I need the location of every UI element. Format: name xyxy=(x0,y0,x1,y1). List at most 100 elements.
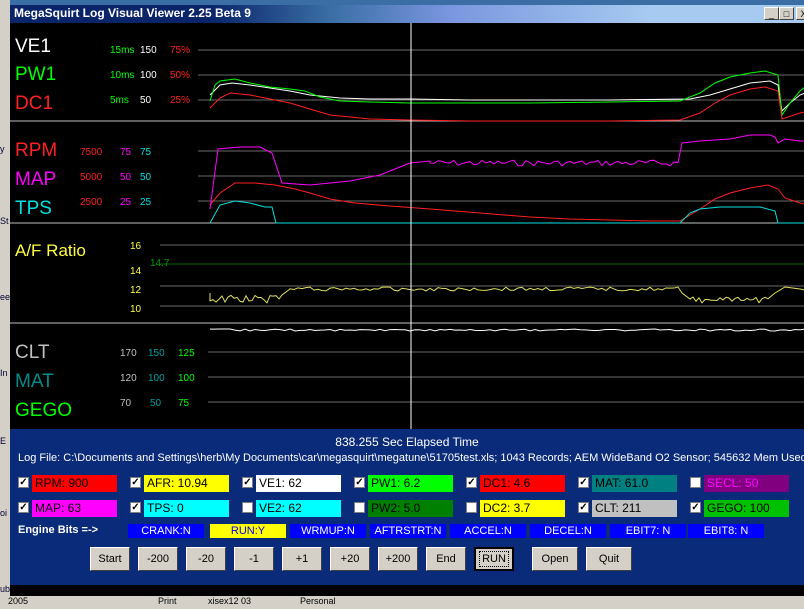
channel-value: MAP: 63 xyxy=(32,500,117,517)
close-button[interactable]: X xyxy=(796,7,804,20)
scale-label: 50 xyxy=(140,172,152,183)
elapsed-time: 838.255 Sec Elapsed Time xyxy=(335,435,479,449)
panel-label-rpm: RPM xyxy=(15,140,57,161)
channel-value: SECL: 50 xyxy=(704,475,789,492)
log-chart-area[interactable]: VE1 PW1 DC1 15ms 150 75% 10ms 100 50% 5m… xyxy=(10,23,804,429)
forward-200-button[interactable]: +200 xyxy=(378,547,418,571)
maximize-button[interactable]: □ xyxy=(779,7,794,20)
channel-toggle[interactable]: ✓ MAT: 61.0 xyxy=(578,475,677,492)
back-1-button[interactable]: -1 xyxy=(234,547,274,571)
scale-label: 75% xyxy=(170,45,190,56)
channel-value: TPS: 0 xyxy=(144,500,229,517)
channel-checkbox[interactable]: ✓ xyxy=(130,477,141,488)
desktop-fragment: St xyxy=(0,216,9,226)
run-button[interactable]: RUN xyxy=(474,547,514,571)
scale-label: 2500 xyxy=(80,197,103,208)
scale-label: 150 xyxy=(140,45,157,56)
open-button[interactable]: Open xyxy=(532,547,578,571)
channel-checkbox[interactable] xyxy=(354,502,365,513)
scale-label: 10 xyxy=(130,304,142,315)
scale-label: 5000 xyxy=(80,172,103,183)
taskbar-item[interactable]: Personal xyxy=(300,596,336,606)
channel-checkbox[interactable]: ✓ xyxy=(354,477,365,488)
forward-20-button[interactable]: +20 xyxy=(330,547,370,571)
engine-bits-label: Engine Bits =-> xyxy=(18,524,99,536)
channel-checkbox[interactable]: ✓ xyxy=(18,502,29,513)
scale-label: 15ms xyxy=(110,45,134,56)
channel-toggle[interactable]: ✓ VE1: 62 xyxy=(242,475,341,492)
panel-label-tps: TPS xyxy=(15,198,52,219)
taskbar-item[interactable]: xisex12 03 xyxy=(208,596,251,606)
channel-value: RPM: 900 xyxy=(32,475,117,492)
scale-label: 50% xyxy=(170,70,190,81)
log-file-info: Log File: C:\Documents and Settings\herb… xyxy=(18,452,804,464)
scale-label: 150 xyxy=(148,348,165,359)
channel-value: MAT: 61.0 xyxy=(592,475,677,492)
scale-label: 125 xyxy=(178,348,195,359)
engine-bit-crank: CRANK:N xyxy=(128,524,204,538)
back-20-button[interactable]: -20 xyxy=(186,547,226,571)
engine-bit-wrmup: WRMUP:N xyxy=(290,524,366,538)
scale-label: 120 xyxy=(120,373,137,384)
engine-bit-ebit7: EBIT7: N xyxy=(610,524,686,538)
channel-checkbox[interactable]: ✓ xyxy=(242,477,253,488)
title-bar[interactable]: MegaSquirt Log Visual Viewer 2.25 Beta 9… xyxy=(10,5,804,23)
scale-label: 7500 xyxy=(80,147,103,158)
desktop-fragment: oi xyxy=(0,508,8,518)
minimize-button[interactable]: _ xyxy=(764,7,779,20)
engine-bit-ebit8: EBIT8: N xyxy=(688,524,764,538)
forward-1-button[interactable]: +1 xyxy=(282,547,322,571)
channel-checkbox[interactable]: ✓ xyxy=(466,477,477,488)
channel-toggle[interactable]: ✓ TPS: 0 xyxy=(130,500,229,517)
window-title: MegaSquirt Log Visual Viewer 2.25 Beta 9 xyxy=(14,6,251,20)
channel-toggle[interactable]: ✓ RPM: 900 xyxy=(18,475,117,492)
channel-toggle[interactable]: ✓ AFR: 10.94 xyxy=(130,475,229,492)
scale-label: 50 xyxy=(120,172,132,183)
channel-checkbox[interactable] xyxy=(466,502,477,513)
channel-value: DC2: 3.7 xyxy=(480,500,565,517)
panel-label-dc1: DC1 xyxy=(15,93,53,114)
channel-toggle[interactable]: VE2: 62 xyxy=(242,500,341,517)
end-button[interactable]: End xyxy=(426,547,466,571)
scale-label: 100 xyxy=(140,70,157,81)
channel-checkbox[interactable] xyxy=(242,502,253,513)
channel-toggle[interactable]: SECL: 50 xyxy=(690,475,789,492)
channel-checkbox[interactable] xyxy=(690,477,701,488)
channel-checkbox[interactable]: ✓ xyxy=(578,502,589,513)
channel-value: AFR: 10.94 xyxy=(144,475,229,492)
channel-toggle[interactable]: ✓ CLT: 211 xyxy=(578,500,677,517)
panel-label-ve1: VE1 xyxy=(15,36,51,57)
channel-checkbox[interactable]: ✓ xyxy=(578,477,589,488)
channel-toggle[interactable]: ✓ PW1: 6.2 xyxy=(354,475,453,492)
back-200-button[interactable]: -200 xyxy=(138,547,178,571)
panel-label-clt: CLT xyxy=(15,342,50,363)
scale-label: 10ms xyxy=(110,70,134,81)
control-panel: 838.255 Sec Elapsed Time Log File: C:\Do… xyxy=(10,429,804,585)
channel-value: PW2: 5.0 xyxy=(368,500,453,517)
run-button-label: RUN xyxy=(479,551,509,567)
taskbar-item[interactable]: Print xyxy=(158,596,177,606)
quit-button[interactable]: Quit xyxy=(586,547,632,571)
desktop-edge: y St ee In E oi ub xyxy=(0,0,10,609)
channel-toggle[interactable]: PW2: 5.0 xyxy=(354,500,453,517)
channel-toggle[interactable]: DC2: 3.7 xyxy=(466,500,565,517)
channel-checkbox[interactable]: ✓ xyxy=(690,502,701,513)
taskbar: 2005 Print xisex12 03 Personal xyxy=(0,596,804,609)
channel-checkbox[interactable]: ✓ xyxy=(18,477,29,488)
channel-toggle[interactable]: ✓ GEGO: 100 xyxy=(690,500,789,517)
scale-label: 100 xyxy=(178,373,195,384)
channel-toggle[interactable]: ✓ DC1: 4.6 xyxy=(466,475,565,492)
panel-label-afr: A/F Ratio xyxy=(15,241,86,260)
channel-value: PW1: 6.2 xyxy=(368,475,453,492)
channel-checkbox[interactable]: ✓ xyxy=(130,502,141,513)
panel-label-mat: MAT xyxy=(15,371,54,392)
start-button[interactable]: Start xyxy=(90,547,130,571)
channel-toggle[interactable]: ✓ MAP: 63 xyxy=(18,500,117,517)
app-window: MegaSquirt Log Visual Viewer 2.25 Beta 9… xyxy=(10,5,804,605)
taskbar-item[interactable]: 2005 xyxy=(8,596,28,606)
channel-value: VE1: 62 xyxy=(256,475,341,492)
panel-label-gego: GEGO xyxy=(15,400,72,421)
scale-label: 75 xyxy=(140,147,152,158)
scale-label: 50 xyxy=(140,95,152,106)
panel-label-map: MAP xyxy=(15,169,56,190)
